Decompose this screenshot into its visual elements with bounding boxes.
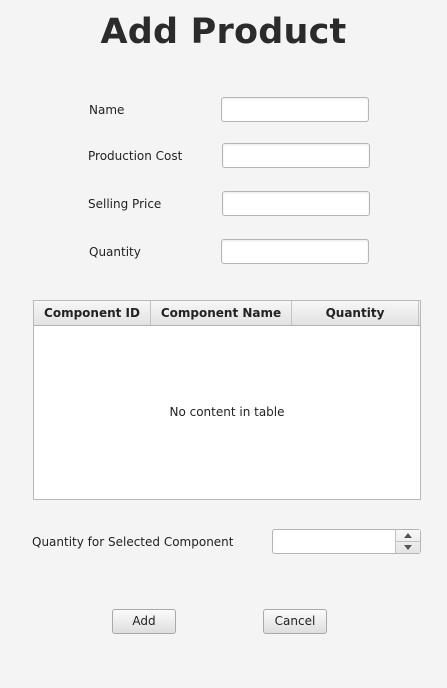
column-header-component-name[interactable]: Component Name xyxy=(151,301,292,325)
component-quantity-input[interactable] xyxy=(273,530,395,553)
component-quantity-spinner[interactable] xyxy=(272,529,421,554)
quantity-field[interactable] xyxy=(221,239,369,264)
selling-price-label: Selling Price xyxy=(88,197,162,211)
selling-price-field[interactable] xyxy=(222,191,370,216)
table-header: Component ID Component Name Quantity xyxy=(34,301,420,326)
page-title: Add Product xyxy=(100,12,347,52)
column-header-quantity[interactable]: Quantity xyxy=(292,301,419,325)
quantity-label: Quantity xyxy=(89,245,141,259)
production-cost-label: Production Cost xyxy=(88,149,183,163)
production-cost-field[interactable] xyxy=(222,143,370,168)
add-button[interactable]: Add xyxy=(112,609,176,634)
component-quantity-label: Quantity for Selected Component xyxy=(32,535,234,549)
name-label: Name xyxy=(89,103,125,117)
name-field[interactable] xyxy=(221,97,369,122)
column-header-filler xyxy=(419,301,420,325)
arrow-up-icon xyxy=(404,533,412,538)
spinner-decrement-button[interactable] xyxy=(396,542,420,553)
table-empty-message: No content in table xyxy=(169,405,285,419)
cancel-button[interactable]: Cancel xyxy=(263,609,327,634)
arrow-down-icon xyxy=(404,545,412,550)
column-header-component-id[interactable]: Component ID xyxy=(34,301,151,325)
spinner-increment-button[interactable] xyxy=(396,530,420,542)
components-table[interactable]: Component ID Component Name Quantity No … xyxy=(33,300,421,500)
spinner-buttons xyxy=(395,530,420,553)
